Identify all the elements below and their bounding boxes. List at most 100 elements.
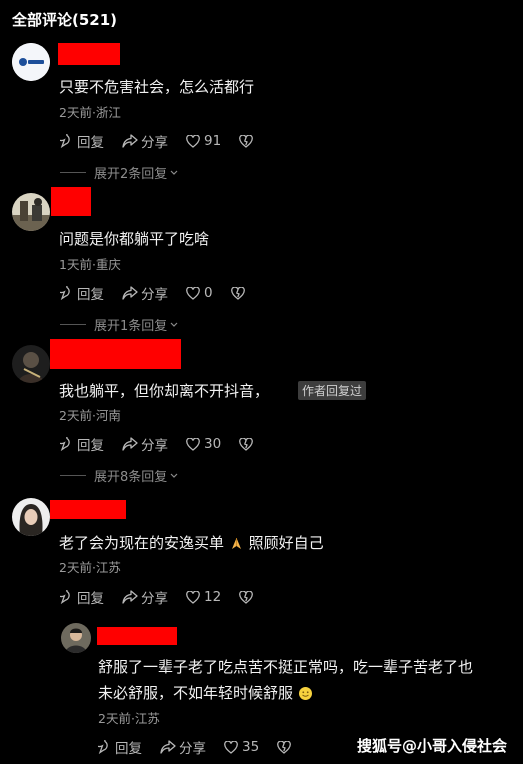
avatar[interactable] [12, 43, 50, 81]
broken-heart-icon [239, 590, 254, 604]
heart-icon [224, 740, 238, 754]
dislike-button[interactable] [239, 590, 256, 604]
chevron-down-icon [170, 170, 178, 175]
share-button[interactable]: 分享 [122, 283, 168, 303]
watermark: 搜狐号@小哥入侵社会 [356, 737, 507, 755]
divider [60, 475, 86, 476]
comment-meta: 2天前·浙江 [59, 105, 121, 120]
dislike-button[interactable] [277, 740, 294, 754]
heart-icon [186, 134, 200, 148]
broken-heart-icon [239, 134, 254, 148]
comment-meta: 2天前·河南 [59, 408, 121, 423]
redacted-username[interactable] [50, 339, 181, 369]
reply-icon [60, 437, 70, 451]
reply-text-part: 未必舒服，不如年轻时候舒服 [98, 684, 294, 702]
reply-actions: 回复 分享 35 [98, 737, 312, 757]
redacted-username[interactable] [51, 187, 91, 216]
comment-actions: 回复 分享 30 [60, 434, 274, 454]
comment-actions: 回复 分享 91 [60, 131, 274, 151]
like-count: 91 [204, 133, 222, 149]
expand-replies-button[interactable]: 展开2条回复 [60, 163, 179, 182]
redacted-username[interactable] [50, 500, 126, 519]
comment-text: 问题是你都躺平了吃啥 [59, 230, 210, 248]
comment-meta: 1天前·重庆 [59, 257, 121, 272]
share-button[interactable]: 分享 [122, 587, 168, 607]
share-label: 分享 [179, 741, 206, 757]
avatar[interactable] [61, 623, 91, 653]
expand-replies-label: 展开1条回复 [94, 319, 168, 334]
comments-header-title: 全部评论(521) [12, 11, 118, 29]
heart-icon [186, 437, 200, 451]
reply-icon [98, 740, 108, 754]
like-button[interactable]: 91 [186, 133, 221, 149]
share-button[interactable]: 分享 [160, 737, 206, 757]
comment-actions: 回复 分享 12 [60, 587, 274, 607]
divider [60, 172, 86, 173]
reply-label: 回复 [115, 741, 142, 757]
reply-text: 舒服了一辈子老了吃点苦不挺正常吗，吃一辈子苦老了也 未必舒服，不如年轻时候舒服 [98, 654, 518, 706]
share-label: 分享 [141, 438, 168, 454]
reply-button[interactable]: 回复 [98, 737, 142, 757]
like-count: 35 [242, 739, 260, 755]
comment-text: 老了会为现在的安逸买单 照顾好自己 [59, 532, 324, 553]
reply-meta: 2天前·江苏 [98, 711, 160, 726]
like-button[interactable]: 35 [224, 739, 259, 755]
dislike-button[interactable] [239, 134, 256, 148]
share-label: 分享 [141, 591, 168, 607]
broken-heart-icon [230, 286, 245, 300]
reply-button[interactable]: 回复 [60, 131, 104, 151]
reply-text-line: 未必舒服，不如年轻时候舒服 [98, 680, 518, 706]
praying-hands-icon [231, 538, 241, 549]
reply-label: 回复 [77, 287, 104, 303]
avatar[interactable] [12, 498, 50, 536]
dislike-button[interactable] [239, 437, 256, 451]
divider [60, 324, 86, 325]
smiley-icon [298, 687, 312, 700]
reply-icon [60, 134, 70, 148]
share-icon [122, 134, 138, 148]
like-button[interactable]: 30 [186, 436, 221, 452]
broken-heart-icon [239, 437, 254, 451]
reply-icon [60, 286, 70, 300]
author-replied-badge: 作者回复过 [298, 381, 367, 400]
reply-button[interactable]: 回复 [60, 434, 104, 454]
chevron-down-icon [170, 322, 178, 327]
share-label: 分享 [141, 287, 168, 303]
share-button[interactable]: 分享 [122, 434, 168, 454]
expand-replies-label: 展开8条回复 [94, 470, 168, 485]
redacted-username[interactable] [97, 627, 177, 645]
comment-text: 我也躺平，但你却离不开抖音， [59, 382, 270, 400]
reply-button[interactable]: 回复 [60, 587, 104, 607]
avatar[interactable] [12, 345, 50, 383]
reply-text-line: 舒服了一辈子老了吃点苦不挺正常吗，吃一辈子苦老了也 [98, 658, 474, 676]
expand-replies-button[interactable]: 展开8条回复 [60, 466, 179, 485]
like-button[interactable]: 12 [186, 589, 221, 605]
comment-text: 只要不危害社会，怎么活都行 [59, 78, 255, 96]
like-button[interactable]: 0 [186, 285, 213, 301]
share-label: 分享 [141, 135, 168, 151]
share-icon [122, 437, 138, 451]
expand-replies-label: 展开2条回复 [94, 167, 168, 182]
heart-icon [186, 590, 200, 604]
comment-meta: 2天前·江苏 [59, 560, 121, 575]
reply-label: 回复 [77, 135, 104, 151]
share-button[interactable]: 分享 [122, 131, 168, 151]
reply-label: 回复 [77, 591, 104, 607]
comment-text-part: 照顾好自己 [248, 534, 324, 552]
like-count: 0 [204, 285, 213, 301]
dislike-button[interactable] [230, 286, 248, 300]
expand-replies-button[interactable]: 展开1条回复 [60, 315, 179, 334]
share-icon [122, 590, 138, 604]
heart-icon [186, 286, 200, 300]
comment-text-part: 老了会为现在的安逸买单 [59, 534, 225, 552]
share-icon [122, 286, 138, 300]
redacted-username[interactable] [58, 43, 120, 65]
like-count: 12 [204, 589, 222, 605]
reply-icon [60, 590, 70, 604]
reply-label: 回复 [77, 438, 104, 454]
share-icon [160, 740, 176, 754]
reply-button[interactable]: 回复 [60, 283, 104, 303]
avatar[interactable] [12, 193, 50, 231]
like-count: 30 [204, 436, 222, 452]
broken-heart-icon [277, 740, 292, 754]
